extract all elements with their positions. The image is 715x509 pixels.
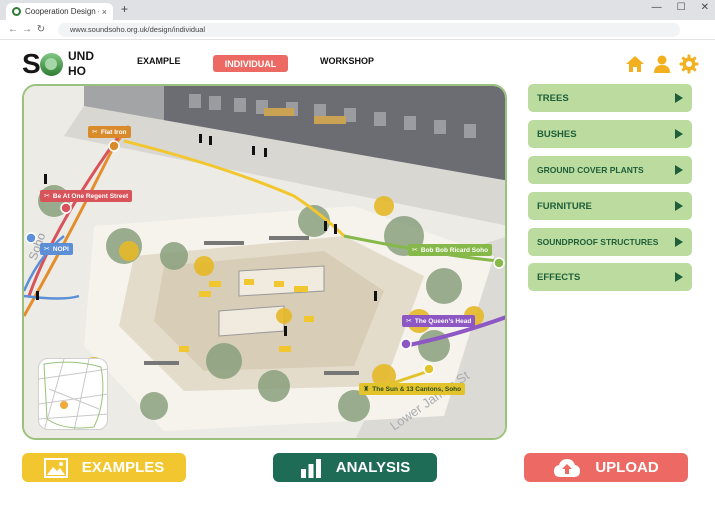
poi-nopi[interactable]: ✂ NOPI [40, 243, 73, 255]
minimap[interactable] [38, 358, 108, 430]
poi-bob-bob-ricard[interactable]: ✂ Bob Bob Ricard Soho [408, 244, 493, 256]
play-arrow-icon [675, 165, 683, 175]
panel-effects-label: EFFECTS [537, 271, 581, 283]
favicon-icon [12, 7, 21, 16]
reload-icon[interactable]: ↻ [34, 24, 48, 35]
poi-label: The Sun & 13 Cantons, Soho [372, 385, 462, 393]
panel-bushes-label: BUSHES [537, 128, 577, 140]
poi-flat-iron[interactable]: ✂ Flat Iron [88, 126, 131, 138]
poi-label: The Queen's Head [414, 317, 472, 325]
back-icon[interactable]: ← [6, 24, 20, 35]
cutlery-icon: ✂ [92, 129, 98, 136]
panel-ground-cover-label: GROUND COVER PLANTS [537, 165, 644, 175]
examples-button[interactable]: EXAMPLES [22, 453, 186, 482]
poi-label: NOPI [52, 245, 69, 253]
panel-trees[interactable]: TREES [528, 84, 692, 112]
poi-label: Be At One Regent Street [52, 192, 129, 200]
cutlery-icon: ✂ [44, 193, 50, 200]
cutlery-icon: ✂ [412, 247, 418, 254]
nav-example[interactable]: EXAMPLE [137, 56, 181, 66]
play-arrow-icon [675, 129, 683, 139]
panel-furniture-label: FURNITURE [537, 200, 592, 212]
url-field[interactable]: www.soundsoho.org.uk/design/individual [58, 22, 680, 37]
poi-sun-13-cantons[interactable]: ♜ The Sun & 13 Cantons, Soho [359, 383, 466, 395]
panel-ground-cover[interactable]: GROUND COVER PLANTS [528, 156, 692, 184]
user-icon[interactable] [652, 54, 672, 74]
poi-queens-head[interactable]: ✂ The Queen's Head [402, 315, 476, 327]
logo-letter-s: S [22, 48, 41, 79]
window-controls: — ☐ ✕ [652, 2, 709, 13]
cloud-upload-icon [553, 458, 581, 478]
site-header: S UND HO EXAMPLE INDIVIDUAL WORKSHOP [0, 41, 715, 81]
play-arrow-icon [675, 201, 683, 211]
panel-trees-label: TREES [537, 92, 569, 104]
forward-icon[interactable]: → [20, 24, 34, 35]
logo-circle-icon [40, 53, 63, 76]
panel-soundproof-label: SOUNDPROOF STRUCTURES [537, 237, 659, 247]
cutlery-icon: ✂ [406, 318, 412, 325]
panel-soundproof[interactable]: SOUNDPROOF STRUCTURES [528, 228, 692, 256]
design-map[interactable]: Soho Lower James St ✂ Flat Iron ✂ Be At … [22, 84, 507, 440]
cutlery-icon: ✂ [44, 246, 50, 253]
nav-individual[interactable]: INDIVIDUAL [213, 55, 288, 72]
close-window-icon[interactable]: ✕ [701, 2, 709, 13]
image-icon [43, 457, 68, 478]
logo-ho: HO [68, 64, 86, 78]
minimap-location-marker [60, 401, 68, 409]
site-logo[interactable]: S UND HO [22, 49, 102, 81]
panel-furniture[interactable]: FURNITURE [528, 192, 692, 220]
panel-bushes[interactable]: BUSHES [528, 120, 692, 148]
logo-und: UND [68, 49, 94, 63]
gear-icon[interactable] [679, 54, 699, 74]
nav-workshop[interactable]: WORKSHOP [320, 56, 374, 66]
play-arrow-icon [675, 93, 683, 103]
upload-button[interactable]: UPLOAD [524, 453, 688, 482]
tab-close-icon[interactable]: × [102, 7, 107, 17]
play-arrow-icon [675, 237, 683, 247]
minimize-icon[interactable]: — [652, 2, 662, 13]
minimap-streets [39, 359, 107, 429]
analysis-label: ANALYSIS [335, 459, 411, 476]
upload-label: UPLOAD [595, 459, 659, 476]
home-icon[interactable] [625, 54, 645, 74]
new-tab-button[interactable]: + [121, 2, 128, 16]
address-bar: ← → ↻ www.soundsoho.org.uk/design/indivi… [0, 20, 715, 40]
play-arrow-icon [675, 272, 683, 282]
poi-be-at-one[interactable]: ✂ Be At One Regent Street [40, 190, 133, 202]
browser-tabbar: Cooperation Design -Sou... × + — ☐ ✕ [0, 0, 715, 20]
tab-title: Cooperation Design -Sou... [25, 7, 99, 16]
maximize-icon[interactable]: ☐ [677, 2, 686, 13]
poi-label: Flat Iron [100, 128, 127, 136]
poi-label: Bob Bob Ricard Soho [420, 246, 489, 254]
browser-tab[interactable]: Cooperation Design -Sou... × [6, 3, 113, 20]
bar-chart-icon [300, 458, 322, 478]
pub-icon: ♜ [363, 386, 370, 393]
panel-effects[interactable]: EFFECTS [528, 263, 692, 291]
analysis-button[interactable]: ANALYSIS [273, 453, 437, 482]
examples-label: EXAMPLES [81, 459, 165, 476]
